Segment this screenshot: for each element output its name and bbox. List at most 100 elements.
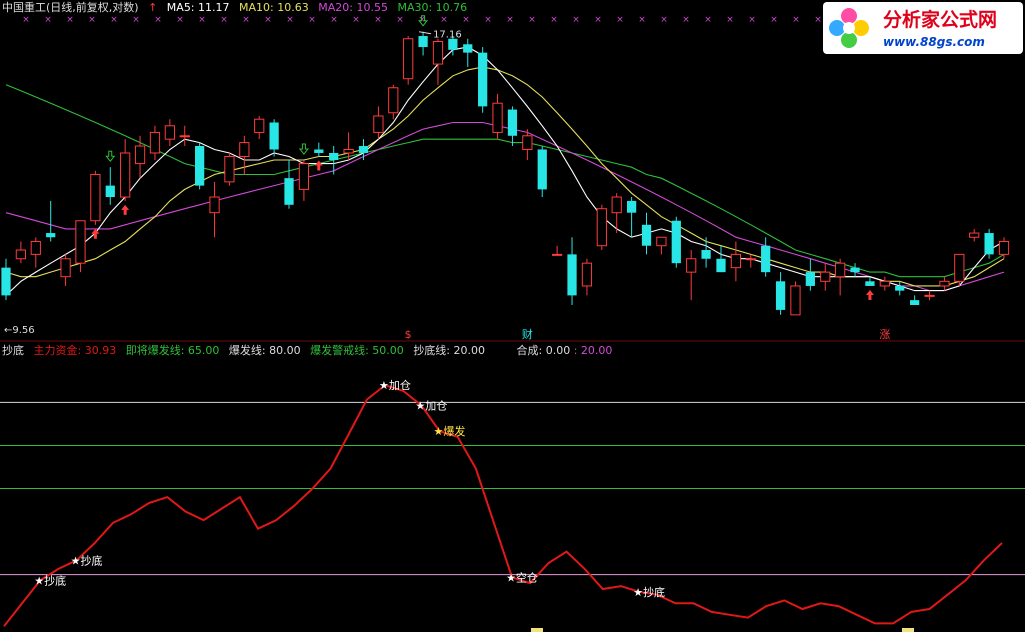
candle-body [373, 115, 384, 133]
candle-body [671, 220, 681, 264]
bottom-tick [902, 628, 914, 632]
signal-annotation: ★加仓 [415, 398, 447, 412]
candle-body [507, 109, 518, 136]
top-marker: × [506, 15, 514, 25]
candle-body [403, 38, 414, 80]
candle-body [90, 173, 101, 222]
top-marker: × [396, 15, 404, 25]
candle-body [984, 233, 994, 255]
logo-url: www.88gs.com [883, 35, 985, 49]
candle-body [850, 267, 860, 273]
signal-annotation: ★加仓 [379, 378, 411, 392]
candle-body [209, 196, 220, 214]
top-marker: × [286, 15, 294, 25]
top-marker: × [88, 15, 96, 25]
top-marker: × [484, 15, 492, 25]
candle-body [149, 131, 161, 154]
top-marker: × [154, 15, 162, 25]
candle-body [895, 285, 905, 291]
top-marker: × [110, 15, 118, 25]
candle-body [820, 271, 831, 282]
candle-body [761, 245, 771, 273]
top-marker: × [440, 15, 448, 25]
candle-body [179, 135, 190, 138]
candle-body [388, 87, 399, 114]
stock-title: 中国重工(日线,前复权,对数) [2, 1, 139, 14]
candle-body [75, 220, 86, 264]
top-marker: × [44, 15, 52, 25]
candle-body [910, 300, 920, 306]
candle-down [671, 216, 681, 268]
candle-body [596, 208, 607, 247]
top-marker: × [22, 15, 30, 25]
candle-body [358, 146, 369, 153]
burst-label: 爆发线: 80.00 [228, 344, 301, 357]
candle-body [701, 250, 711, 259]
candle-body [254, 118, 265, 133]
top-marker: × [308, 15, 316, 25]
candle-body [775, 281, 786, 310]
top-marker: × [704, 15, 712, 25]
candle-body [954, 253, 965, 282]
candle-body [15, 249, 27, 260]
candle-body [835, 262, 846, 278]
chart-stage: ××××××××××××××××××××××××××××××××××××××××… [0, 0, 1025, 632]
signal-label: 涨 [879, 328, 890, 341]
candle-body [329, 152, 339, 161]
top-marker: × [682, 15, 690, 25]
candle-body [522, 135, 533, 150]
warn-label: 爆发警戒线: 50.00 [310, 344, 404, 357]
candle-up [954, 253, 965, 286]
candle-body [641, 224, 652, 246]
ma30-label: MA30: 10.76 [397, 1, 468, 14]
signal-annotation: ★抄底 [71, 553, 103, 567]
candle-body [998, 240, 1010, 255]
candle-down [984, 228, 994, 259]
ma20-label: MA20: 10.55 [318, 1, 388, 14]
candle-body [134, 145, 146, 165]
candle-body [195, 146, 205, 186]
top-marker: × [550, 15, 558, 25]
top-marker: × [660, 15, 668, 25]
top-marker: × [264, 15, 272, 25]
top-marker: × [770, 15, 778, 25]
candle-body [790, 285, 801, 316]
top-marker: × [594, 15, 602, 25]
candle-body [879, 280, 890, 287]
candle-body [537, 149, 547, 190]
candle-body [30, 240, 41, 255]
top-marker: × [198, 15, 206, 25]
pre-burst-label: 即将爆发线: 65.00 [125, 344, 220, 357]
logo: 分析家公式网 www.88gs.com [823, 2, 1023, 54]
top-marker: × [572, 15, 580, 25]
signal-annotation: ★抄底 [34, 573, 66, 587]
top-marker: × [748, 15, 756, 25]
candle-body [478, 52, 488, 107]
signal-annotation: ★空仓 [506, 570, 538, 584]
top-marker: × [726, 15, 734, 25]
candle-body [343, 148, 354, 154]
top-marker: × [220, 15, 228, 25]
low-price-label: ←9.56 [4, 325, 35, 336]
top-marker: × [528, 15, 536, 25]
candle-body [716, 258, 726, 273]
candle-body [865, 281, 875, 286]
candle-body [939, 280, 950, 287]
candle-body [567, 254, 577, 296]
compose-label: 合成: 0.00 [516, 344, 571, 357]
top-marker: × [352, 15, 360, 25]
candle-body [969, 232, 980, 238]
candle-body [745, 258, 756, 261]
candle-up [224, 152, 235, 186]
candle-up [596, 204, 607, 251]
signal-label: $ [405, 328, 412, 341]
candle-body [1, 267, 11, 296]
signal-annotation: ★爆发 [433, 424, 465, 438]
candle-up [403, 36, 414, 85]
candle-body [164, 125, 175, 140]
bottom-label: 抄底线: 20.00 [413, 344, 486, 357]
candle-body [224, 155, 235, 183]
top-marker: × [462, 15, 470, 25]
candle-down [195, 142, 205, 190]
bottom-tick [531, 628, 543, 632]
